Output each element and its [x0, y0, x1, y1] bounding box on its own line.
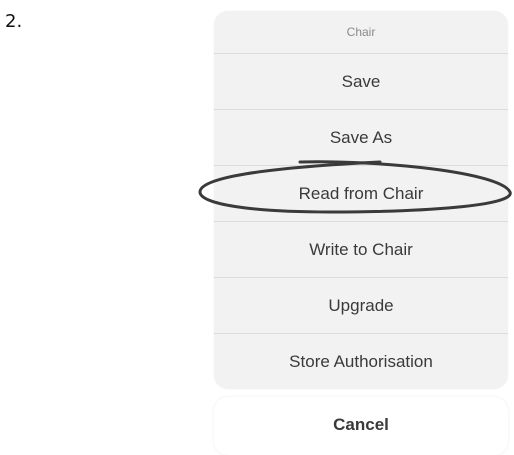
step-number: 2. — [5, 11, 23, 32]
store-authorisation-button[interactable]: Store Authorisation — [214, 334, 508, 389]
write-to-chair-button[interactable]: Write to Chair — [214, 222, 508, 278]
cancel-button[interactable]: Cancel — [214, 397, 508, 455]
save-as-button[interactable]: Save As — [214, 110, 508, 166]
action-sheet-title: Chair — [214, 11, 508, 54]
save-button[interactable]: Save — [214, 54, 508, 110]
action-sheet: Chair Save Save As Read from Chair Write… — [214, 11, 508, 389]
upgrade-button[interactable]: Upgrade — [214, 278, 508, 334]
read-from-chair-button[interactable]: Read from Chair — [214, 166, 508, 222]
